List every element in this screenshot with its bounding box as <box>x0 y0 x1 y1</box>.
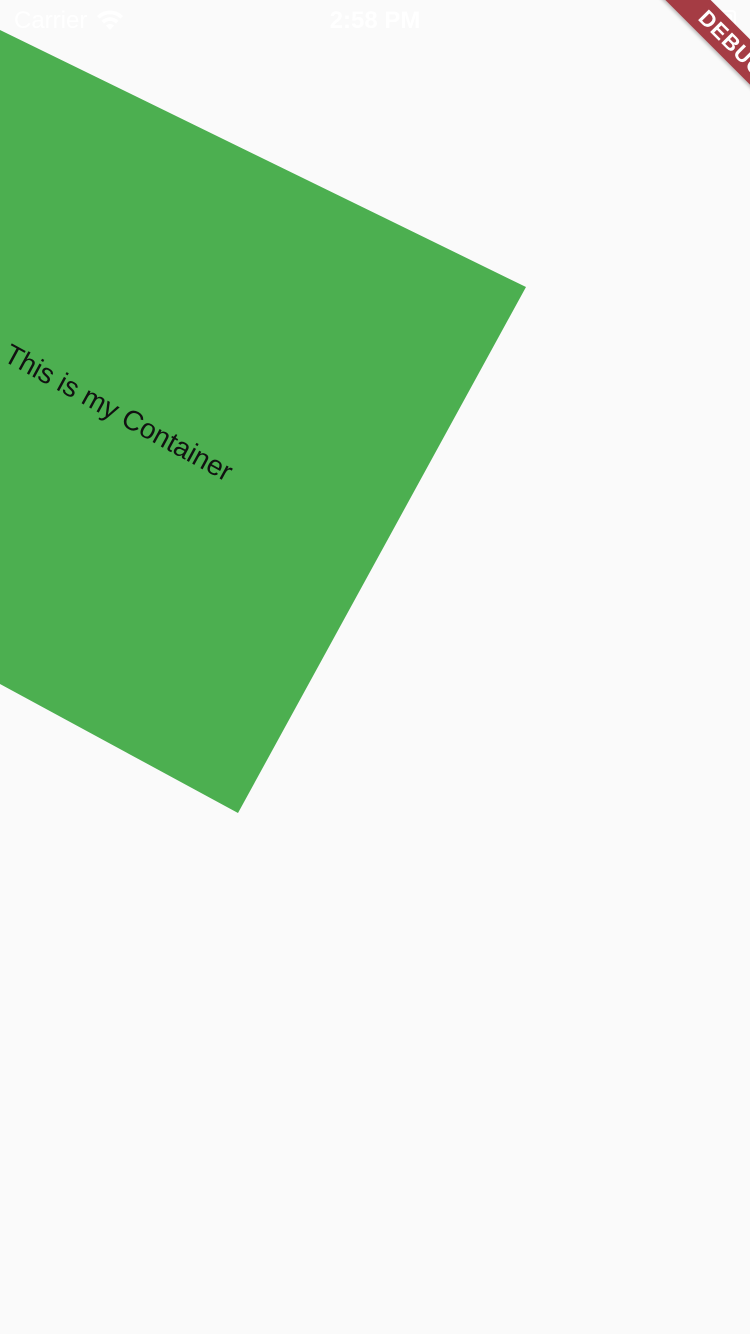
debug-banner: DEBUG <box>657 0 750 119</box>
container-shape <box>0 30 526 813</box>
debug-banner-wrap: DEBUG <box>630 0 750 120</box>
rotated-container <box>0 30 526 813</box>
app-screen: This is my Container Carrier 2:58 PM DEB… <box>0 0 750 1334</box>
